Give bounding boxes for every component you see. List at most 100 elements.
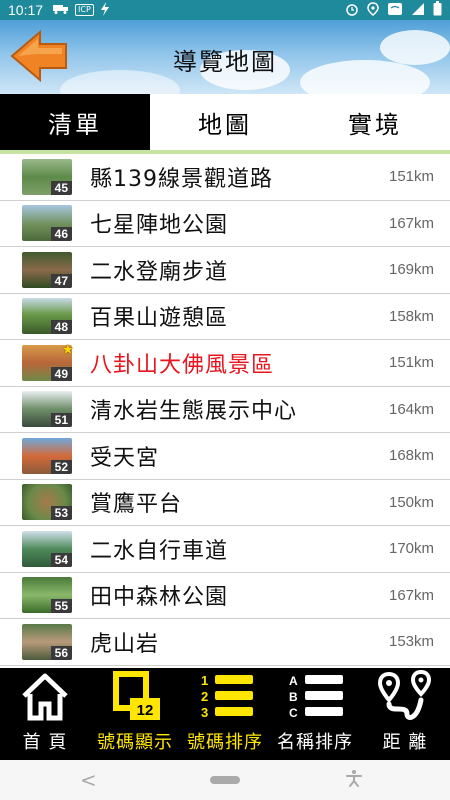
icp-icon: ICP xyxy=(75,4,94,16)
item-name: 百果山遊憩區 xyxy=(90,306,229,332)
number-badge: 56 xyxy=(50,645,72,660)
svg-text:1: 1 xyxy=(201,673,208,688)
nav-label: 距 離 xyxy=(382,732,428,753)
thumbnail: 45 xyxy=(22,158,72,195)
item-distance: 167km xyxy=(389,214,435,232)
number-badge: 47 xyxy=(50,273,72,288)
list-item[interactable]: 54 二水自行車道 170km xyxy=(0,526,450,573)
status-bar: 10:17 ICP xyxy=(0,0,450,20)
item-distance: 168km xyxy=(389,447,435,465)
wifi-icon xyxy=(387,2,403,19)
list-item[interactable]: 51 清水岩生態展示中心 164km xyxy=(0,387,450,433)
item-name: 受天宮 xyxy=(90,445,160,471)
svg-text:3: 3 xyxy=(201,705,208,720)
item-name: 二水登廟步道 xyxy=(90,259,229,285)
list-item[interactable]: 56 虎山岩 153km xyxy=(0,619,450,666)
item-distance: 158km xyxy=(389,307,435,325)
nav-distance-button[interactable]: 距 離 xyxy=(360,668,450,760)
item-name: 縣139線景觀道路 xyxy=(90,166,273,192)
nav-label: 號碼排序 xyxy=(187,732,263,753)
thumbnail: 55 xyxy=(22,577,72,614)
number-badge: 55 xyxy=(50,599,72,614)
tab-bar: 清單 地圖 實境 xyxy=(0,94,450,150)
number-display-badge: 12 xyxy=(137,702,154,719)
number-display-icon: 12 xyxy=(105,668,165,726)
tab-list[interactable]: 清單 xyxy=(0,94,150,150)
item-distance: 153km xyxy=(389,633,435,651)
item-distance: 150km xyxy=(389,493,435,511)
header: 導覽地圖 xyxy=(0,20,450,94)
nav-number-display-button[interactable]: 12 號碼顯示 xyxy=(90,668,180,760)
thumbnail: 56 xyxy=(22,623,72,660)
number-badge: 48 xyxy=(50,320,72,335)
svg-text:C: C xyxy=(289,706,298,720)
thumbnail: 46 xyxy=(22,205,72,242)
number-badge: 54 xyxy=(50,552,72,567)
nav-number-sort-button[interactable]: 1 2 3 號碼排序 xyxy=(180,668,270,760)
nav-home-button[interactable]: 首 頁 xyxy=(0,668,90,760)
thumbnail: 52 xyxy=(22,437,72,474)
svg-text:A: A xyxy=(289,674,298,688)
thumbnail: 48 xyxy=(22,298,72,335)
list-item[interactable]: 48 百果山遊憩區 158km xyxy=(0,294,450,340)
system-home-pill[interactable] xyxy=(210,776,240,784)
list-item[interactable]: 45 縣139線景觀道路 151km xyxy=(0,154,450,201)
page-title: 導覽地圖 xyxy=(173,48,277,76)
name-sort-icon: A B C xyxy=(285,668,345,726)
nav-label: 名稱排序 xyxy=(277,732,353,753)
system-back-icon[interactable]: < xyxy=(80,768,97,792)
number-badge: 46 xyxy=(50,227,72,242)
thumbnail: 53 xyxy=(22,484,72,521)
item-name: 虎山岩 xyxy=(90,631,160,657)
truck-icon xyxy=(53,4,69,17)
item-name: 二水自行車道 xyxy=(90,538,229,564)
tab-ar[interactable]: 實境 xyxy=(300,94,450,150)
star-icon: ★ xyxy=(61,341,74,358)
item-distance: 164km xyxy=(389,400,435,418)
alarm-icon xyxy=(345,2,359,19)
svg-text:B: B xyxy=(289,690,298,704)
list-item[interactable]: 47 二水登廟步道 169km xyxy=(0,247,450,294)
accessibility-icon[interactable] xyxy=(346,769,362,792)
status-time: 10:17 xyxy=(8,2,44,18)
nav-name-sort-button[interactable]: A B C 名稱排序 xyxy=(270,668,360,760)
list-item[interactable]: 55 田中森林公園 167km xyxy=(0,573,450,619)
home-icon xyxy=(15,668,75,726)
system-nav-bar: < xyxy=(0,760,450,800)
item-distance: 169km xyxy=(389,261,435,279)
thumbnail: 51 xyxy=(22,391,72,428)
number-badge: 45 xyxy=(50,180,72,195)
distance-route-icon xyxy=(375,668,435,726)
lightning-icon xyxy=(100,1,110,19)
item-name: 八卦山大佛風景區 xyxy=(90,352,275,378)
item-distance: 151km xyxy=(389,354,435,372)
item-distance: 151km xyxy=(389,168,435,186)
svg-text:2: 2 xyxy=(201,689,208,704)
signal-icon xyxy=(411,2,425,19)
item-name: 清水岩生態展示中心 xyxy=(90,399,298,425)
attraction-list[interactable]: 45 縣139線景觀道路 151km 46 七星陣地公園 167km 47 二水… xyxy=(0,154,450,668)
list-item[interactable]: 46 七星陣地公園 167km xyxy=(0,201,450,247)
list-item[interactable]: 53 賞鷹平台 150km xyxy=(0,480,450,526)
number-badge: 49 xyxy=(50,366,72,381)
list-item[interactable]: 49 ★ 八卦山大佛風景區 151km xyxy=(0,340,450,387)
number-badge: 53 xyxy=(50,506,72,521)
item-distance: 167km xyxy=(389,586,435,604)
nav-label: 首 頁 xyxy=(22,732,68,753)
item-name: 七星陣地公園 xyxy=(90,213,229,239)
number-sort-icon: 1 2 3 xyxy=(195,668,255,726)
item-name: 田中森林公園 xyxy=(90,585,229,611)
nav-label: 號碼顯示 xyxy=(97,732,173,753)
list-item[interactable]: 52 受天宮 168km xyxy=(0,433,450,480)
tab-map[interactable]: 地圖 xyxy=(150,94,300,150)
location-icon xyxy=(367,1,379,19)
bottom-nav: 首 頁 12 號碼顯示 1 2 3 號碼排序 A B C 名稱排序 距 離 xyxy=(0,668,450,760)
battery-icon xyxy=(433,1,442,19)
thumbnail: 49 ★ xyxy=(22,341,74,381)
number-badge: 52 xyxy=(50,459,72,474)
thumbnail: 47 xyxy=(22,251,72,288)
item-distance: 170km xyxy=(389,540,435,558)
number-badge: 51 xyxy=(50,413,72,428)
thumbnail: 54 xyxy=(22,530,72,567)
item-name: 賞鷹平台 xyxy=(90,492,183,518)
